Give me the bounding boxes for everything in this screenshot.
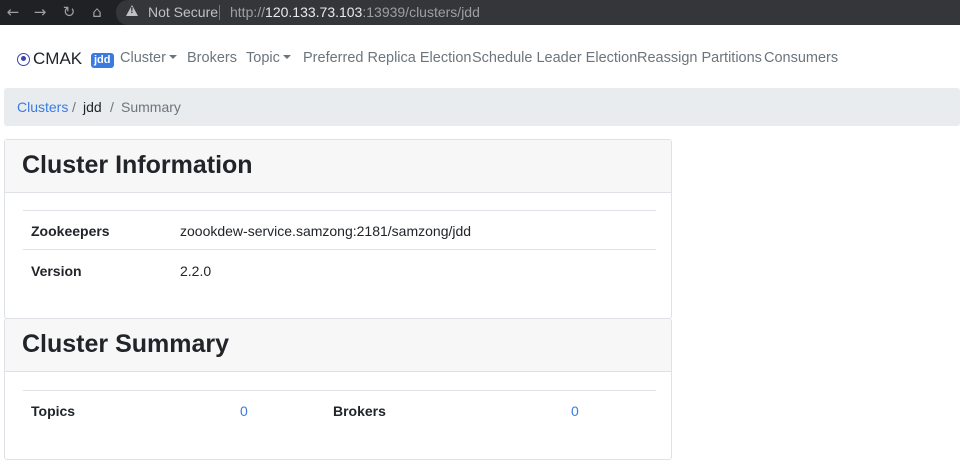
browser-toolbar: ← → ↻ ⌂ Not Secure http://120.133.73.103…	[0, 0, 960, 25]
nav-brokers[interactable]: Brokers	[187, 50, 237, 66]
breadcrumb-cluster[interactable]: jdd	[83, 99, 102, 115]
url-scheme: http://	[230, 4, 266, 20]
table-border	[23, 390, 656, 391]
brokers-label: Brokers	[333, 403, 386, 419]
nav-cluster-dropdown[interactable]: Cluster	[120, 50, 177, 66]
home-icon[interactable]: ⌂	[87, 2, 107, 22]
cluster-badge: jdd	[91, 53, 114, 68]
version-label: Version	[31, 263, 82, 279]
url-path: :13939/clusters/jdd	[362, 4, 480, 20]
cluster-information-title: Cluster Information	[22, 151, 253, 179]
url-text[interactable]: http://120.133.73.103:13939/clusters/jdd	[230, 4, 480, 20]
nav-topic-dropdown[interactable]: Topic	[246, 50, 291, 66]
version-value: 2.2.0	[180, 263, 212, 279]
forward-arrow-icon[interactable]: →	[30, 2, 50, 22]
back-arrow-icon[interactable]: ←	[3, 2, 23, 22]
table-border	[23, 210, 656, 211]
nav-preferred-replica-election[interactable]: Preferred Replica Election	[303, 50, 471, 66]
cluster-information-card: Cluster Information Zookeepers zoookdew-…	[4, 139, 672, 319]
topics-count-link[interactable]: 0	[240, 403, 248, 419]
url-host: 120.133.73.103	[265, 4, 363, 20]
brand-name: CMAK	[33, 49, 83, 68]
address-divider	[219, 5, 220, 20]
cluster-summary-card: Cluster Summary Topics 0 Brokers 0	[4, 318, 672, 460]
breadcrumb-separator: /	[72, 99, 76, 115]
cluster-summary-title: Cluster Summary	[22, 330, 230, 358]
nav-cluster-label: Cluster	[120, 50, 166, 66]
breadcrumb-current: Summary	[121, 99, 181, 115]
app-navbar: CMAK jdd Cluster Brokers Topic Preferred…	[0, 25, 960, 87]
card-header: Cluster Information	[5, 140, 671, 193]
cmak-logo-icon	[17, 52, 30, 66]
nav-topic-label: Topic	[246, 50, 280, 66]
nav-reassign-partitions[interactable]: Reassign Partitions	[637, 50, 762, 66]
caret-down-icon	[282, 55, 291, 59]
breadcrumb: Clusters / jdd / Summary	[4, 88, 960, 126]
topics-label: Topics	[31, 403, 76, 419]
warning-icon	[126, 5, 138, 16]
card-header: Cluster Summary	[5, 319, 671, 372]
nav-schedule-leader-election[interactable]: Schedule Leader Election	[472, 50, 637, 66]
table-border	[23, 249, 656, 250]
reload-icon[interactable]: ↻	[59, 2, 79, 22]
caret-down-icon	[168, 55, 177, 59]
nav-consumers[interactable]: Consumers	[764, 50, 838, 66]
breadcrumb-clusters-link[interactable]: Clusters	[17, 99, 68, 115]
zookeepers-value: zoookdew-service.samzong:2181/samzong/jd…	[180, 223, 472, 239]
security-status[interactable]: Not Secure	[148, 4, 218, 20]
brand-link[interactable]: CMAK	[17, 49, 82, 69]
address-bar[interactable]: Not Secure http://120.133.73.103:13939/c…	[116, 0, 960, 25]
brokers-count-link[interactable]: 0	[571, 403, 579, 419]
breadcrumb-separator: /	[110, 99, 114, 115]
zookeepers-label: Zookeepers	[31, 223, 110, 239]
